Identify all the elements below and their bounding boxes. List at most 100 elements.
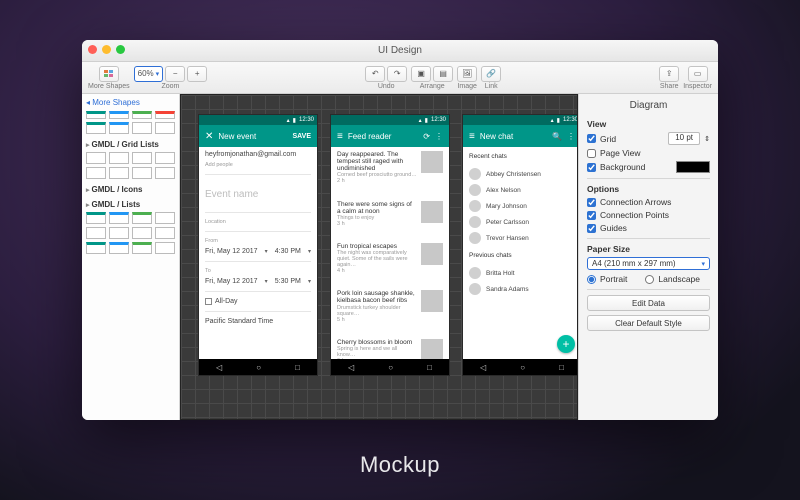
feed-item[interactable]: There were some signs of a calm at noonT… <box>337 201 443 227</box>
home-icon[interactable]: ○ <box>520 363 525 372</box>
shape-thumb[interactable] <box>109 167 129 179</box>
back-icon[interactable]: ◁ <box>480 363 486 372</box>
mockup-phone-new-chat[interactable]: ▴ ▮ 12:30 ≡ New chat 🔍 ⋮ Recent chats Ab… <box>463 115 578 375</box>
email-field[interactable]: heyfromjonathan@gmail.com <box>205 151 311 158</box>
recent-icon[interactable]: □ <box>427 363 432 372</box>
redo-button[interactable]: ↷ <box>387 66 407 82</box>
send-back-button[interactable]: ▣ <box>411 66 431 82</box>
shape-thumb[interactable] <box>132 242 152 254</box>
shape-thumb[interactable] <box>86 242 106 254</box>
shape-thumb[interactable] <box>86 152 106 164</box>
shape-thumb[interactable] <box>132 152 152 164</box>
shape-thumb[interactable] <box>86 111 106 119</box>
shape-thumb[interactable] <box>155 167 175 179</box>
chat-item[interactable]: Mary Johnson <box>469 198 575 214</box>
shape-thumb[interactable] <box>109 242 129 254</box>
from-date[interactable]: Fri, May 12 2017 <box>205 248 258 255</box>
mockup-phone-new-event[interactable]: ▴ ▮ 12:30 ✕ New event SAVE heyfromjonath… <box>199 115 317 375</box>
chat-item[interactable]: Sandra Adams <box>469 281 575 297</box>
section-icons[interactable]: GMDL / Icons <box>86 185 175 194</box>
allday-checkbox[interactable] <box>205 298 212 305</box>
timezone-field[interactable]: Pacific Standard Time <box>205 318 311 325</box>
shapes-icon[interactable] <box>99 66 119 82</box>
chevron-down-icon[interactable]: ▾ <box>265 248 268 255</box>
zoom-in-button[interactable]: + <box>187 66 207 82</box>
share-button[interactable]: ⇪ <box>659 66 679 82</box>
undo-button[interactable]: ↶ <box>365 66 385 82</box>
from-time[interactable]: 4:30 PM <box>275 248 301 255</box>
shape-thumb[interactable] <box>109 111 129 119</box>
menu-icon[interactable]: ≡ <box>469 131 475 142</box>
link-button[interactable]: 🔗 <box>481 66 501 82</box>
chevron-down-icon[interactable]: ▾ <box>308 278 311 285</box>
shape-thumb[interactable] <box>155 242 175 254</box>
shape-thumb[interactable] <box>109 212 129 224</box>
zoom-select[interactable]: 60% <box>134 66 164 82</box>
home-icon[interactable]: ○ <box>256 363 261 372</box>
chat-item[interactable]: Abbey Christensen <box>469 166 575 182</box>
recent-icon[interactable]: □ <box>559 363 564 372</box>
landscape-radio[interactable] <box>645 275 654 284</box>
clear-default-style-button[interactable]: Clear Default Style <box>587 315 710 331</box>
shape-thumb[interactable] <box>109 152 129 164</box>
background-color-swatch[interactable] <box>676 161 710 173</box>
chevron-down-icon[interactable]: ▾ <box>265 278 268 285</box>
shape-thumb[interactable] <box>109 227 129 239</box>
feed-item[interactable]: Pork loin sausage shankle, kielbasa baco… <box>337 290 443 322</box>
chat-item[interactable]: Peter Carlsson <box>469 214 575 230</box>
shape-thumb[interactable] <box>155 152 175 164</box>
conn-arrows-checkbox[interactable] <box>587 198 596 207</box>
chat-item[interactable]: Alex Nelson <box>469 182 575 198</box>
zoom-out-button[interactable]: − <box>165 66 185 82</box>
maximize-icon[interactable] <box>116 45 125 54</box>
stepper-icon[interactable]: ⇕ <box>704 135 710 143</box>
close-icon[interactable]: ✕ <box>205 131 213 142</box>
section-lists[interactable]: GMDL / Lists <box>86 200 175 209</box>
grid-size-input[interactable]: 10 pt <box>668 132 700 145</box>
minimize-icon[interactable] <box>102 45 111 54</box>
mockup-phone-feed[interactable]: ▴ ▮ 12:30 ≡ Feed reader ⟳ ⋮ Day reappear… <box>331 115 449 375</box>
shape-thumb[interactable] <box>109 122 129 134</box>
back-icon[interactable]: ◁ <box>348 363 354 372</box>
overflow-icon[interactable]: ⋮ <box>567 132 575 141</box>
page-view-checkbox[interactable] <box>587 149 596 158</box>
shape-thumb[interactable] <box>132 227 152 239</box>
shape-thumb[interactable] <box>86 122 106 134</box>
shape-thumb[interactable] <box>86 167 106 179</box>
background-checkbox[interactable] <box>587 163 596 172</box>
menu-icon[interactable]: ≡ <box>337 131 343 142</box>
bring-front-button[interactable]: ▤ <box>433 66 453 82</box>
refresh-icon[interactable]: ⟳ <box>423 132 430 141</box>
canvas[interactable]: ▴ ▮ 12:30 ✕ New event SAVE heyfromjonath… <box>180 94 578 420</box>
shape-thumb[interactable] <box>86 212 106 224</box>
home-icon[interactable]: ○ <box>388 363 393 372</box>
shape-thumb[interactable] <box>155 122 175 134</box>
search-icon[interactable]: 🔍 <box>552 132 562 141</box>
shape-thumb[interactable] <box>132 111 152 119</box>
fab-new-chat[interactable]: + <box>557 335 575 353</box>
shape-thumb[interactable] <box>132 212 152 224</box>
shape-thumb[interactable] <box>155 212 175 224</box>
back-icon[interactable]: ◁ <box>216 363 222 372</box>
event-name-input[interactable]: Event name <box>205 189 311 200</box>
save-button[interactable]: SAVE <box>292 133 311 140</box>
inspector-button[interactable]: ▭ <box>688 66 708 82</box>
chat-item[interactable]: Britta Holt <box>469 265 575 281</box>
edit-data-button[interactable]: Edit Data <box>587 295 710 311</box>
feed-item[interactable]: Fun tropical escapesThe night was compar… <box>337 243 443 274</box>
to-time[interactable]: 5:30 PM <box>275 278 301 285</box>
to-date[interactable]: Fri, May 12 2017 <box>205 278 258 285</box>
grid-checkbox[interactable] <box>587 134 596 143</box>
recent-icon[interactable]: □ <box>295 363 300 372</box>
chevron-down-icon[interactable]: ▾ <box>308 248 311 255</box>
shape-thumb[interactable] <box>86 227 106 239</box>
guides-checkbox[interactable] <box>587 224 596 233</box>
chat-item[interactable]: Trevor Hansen <box>469 230 575 246</box>
more-shapes-link[interactable]: More Shapes <box>86 98 175 107</box>
feed-item[interactable]: Cherry blossoms in bloomSpring is here a… <box>337 339 443 359</box>
section-grid-lists[interactable]: GMDL / Grid Lists <box>86 140 175 149</box>
portrait-radio[interactable] <box>587 275 596 284</box>
feed-item[interactable]: Day reappeared. The tempest still raged … <box>337 151 443 185</box>
paper-size-select[interactable]: A4 (210 mm x 297 mm) <box>587 257 710 270</box>
image-button[interactable]: 🖼 <box>457 66 477 82</box>
